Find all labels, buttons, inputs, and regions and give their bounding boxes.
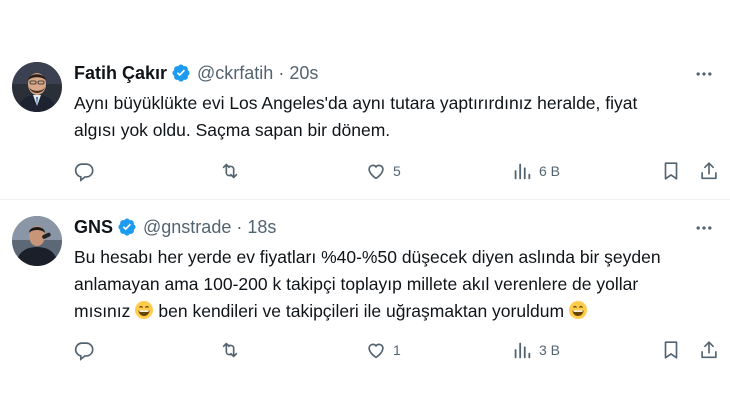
like-button[interactable]: 5 [365,156,401,186]
author-handle[interactable]: @ckrfatih [197,63,273,84]
grinning-emoji [134,300,154,320]
like-count: 1 [393,342,401,358]
tweet-text-segment: ben kendileri ve takipçileri ile uğraşma… [158,301,565,321]
views-button[interactable]: 3 B [511,335,560,365]
retweet-button[interactable] [219,335,247,365]
more-icon[interactable] [692,216,716,240]
bookmark-button[interactable] [660,335,682,365]
share-icon [701,341,717,359]
reply-button[interactable] [73,335,101,365]
share-button[interactable] [698,156,720,186]
like-count: 5 [393,163,401,179]
views-icon [514,342,531,359]
tweet-text-line: anlamayan ama 100-200 k takipçi toplayıp… [74,274,639,294]
tweet-header: GNS @gnstrade · 18s [74,215,276,239]
timestamp[interactable]: 20s [289,63,318,84]
tweet[interactable]: Fatih Çakır @ckrfatih · 20s Aynı büyüklü… [0,0,730,200]
views-count: 6 B [539,163,561,179]
retweet-icon [222,163,238,179]
author-name[interactable]: Fatih Çakır [74,63,167,84]
author-name[interactable]: GNS [74,217,113,238]
verified-badge-icon[interactable] [171,63,191,83]
separator: · [278,62,285,83]
tweet-header: Fatih Çakır @ckrfatih · 20s [74,61,318,85]
tweet-text-line: algısı yok oldu. Saçma sapan bir dönem. [74,120,391,140]
more-icon[interactable] [692,62,716,86]
author-handle[interactable]: @gnstrade [143,217,231,238]
avatar[interactable] [12,216,62,266]
tweet-text-line: mısınız ben kendileri ve takipçileri ile … [74,298,724,325]
retweet-button[interactable] [219,156,247,186]
reply-button[interactable] [73,156,101,186]
like-icon [368,343,384,359]
tweet-text-segment: mısınız [74,301,131,321]
retweet-icon [222,342,238,358]
tweet-text-line: Aynı büyüklükte evi Los Angeles'da aynı … [74,93,638,113]
views-count: 3 B [539,342,561,358]
avatar[interactable] [12,62,62,112]
separator: · [236,216,243,237]
action-bar: 1 3 B [0,335,730,365]
bookmark-icon [664,341,678,359]
action-bar: 5 6 B [0,156,730,186]
tweet-text: Bu hesabı her yerde ev fiyatları %40-%50… [74,244,724,325]
grinning-emoji [568,300,588,320]
share-button[interactable] [698,335,720,365]
tweet-text: Aynı büyüklükte evi Los Angeles'da aynı … [74,90,724,144]
share-icon [701,162,717,180]
timestamp[interactable]: 18s [247,217,276,238]
verified-badge-icon[interactable] [117,217,137,237]
views-button[interactable]: 6 B [511,156,560,186]
tweet[interactable]: GNS @gnstrade · 18s Bu hesabı her yerde … [0,200,730,420]
bookmark-button[interactable] [660,156,682,186]
like-icon [368,164,384,180]
views-icon [514,163,531,180]
tweet-text-line: Bu hesabı her yerde ev fiyatları %40-%50… [74,247,661,267]
reply-icon [74,163,94,182]
reply-icon [74,342,94,361]
like-button[interactable]: 1 [365,335,401,365]
bookmark-icon [664,162,678,180]
